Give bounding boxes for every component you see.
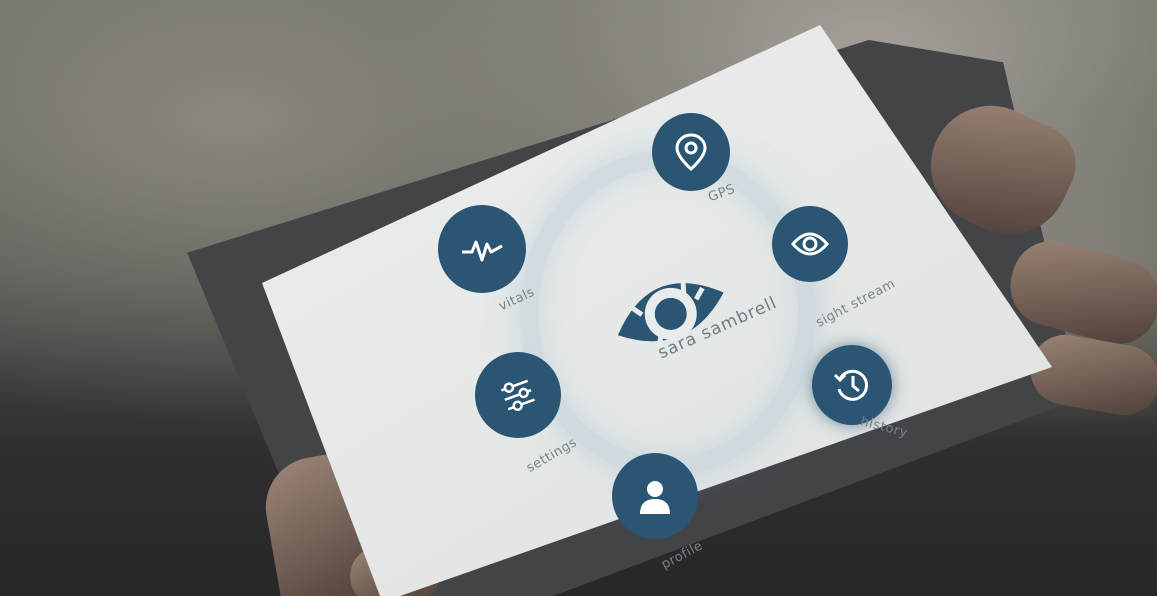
person-icon — [635, 476, 675, 516]
history-clock-icon — [832, 365, 872, 405]
location-pin-icon — [674, 132, 708, 172]
history-button[interactable] — [812, 345, 892, 425]
gps-button[interactable] — [652, 113, 730, 191]
photo-scene: sara sambrell GPS sight stream history p… — [0, 0, 1157, 596]
vitals-button[interactable] — [438, 205, 526, 293]
sight-stream-button[interactable] — [772, 206, 848, 282]
profile-button[interactable] — [612, 453, 698, 539]
sliders-icon — [498, 375, 538, 415]
heartbeat-icon — [460, 234, 504, 264]
eye-icon — [790, 228, 830, 260]
settings-button[interactable] — [475, 352, 561, 438]
